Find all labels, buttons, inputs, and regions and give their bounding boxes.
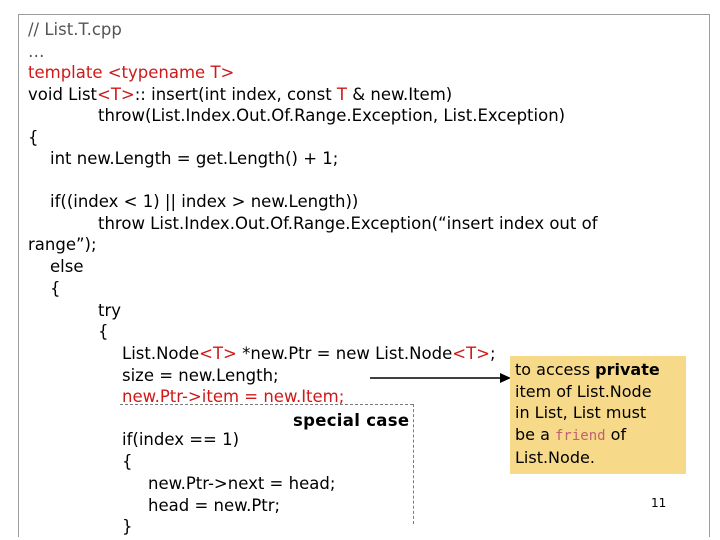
callout-line-3: in List, List must [515, 403, 647, 422]
page-number: 11 [651, 496, 667, 510]
callout-line-4: be a friend of [515, 424, 627, 444]
callout-line-2: item of List.Node [515, 381, 652, 401]
callout-line-5: List.Node. [515, 448, 595, 467]
callout-note: to access private item of List.Node in L… [510, 356, 686, 474]
callout-line-1: to access private [515, 360, 660, 379]
